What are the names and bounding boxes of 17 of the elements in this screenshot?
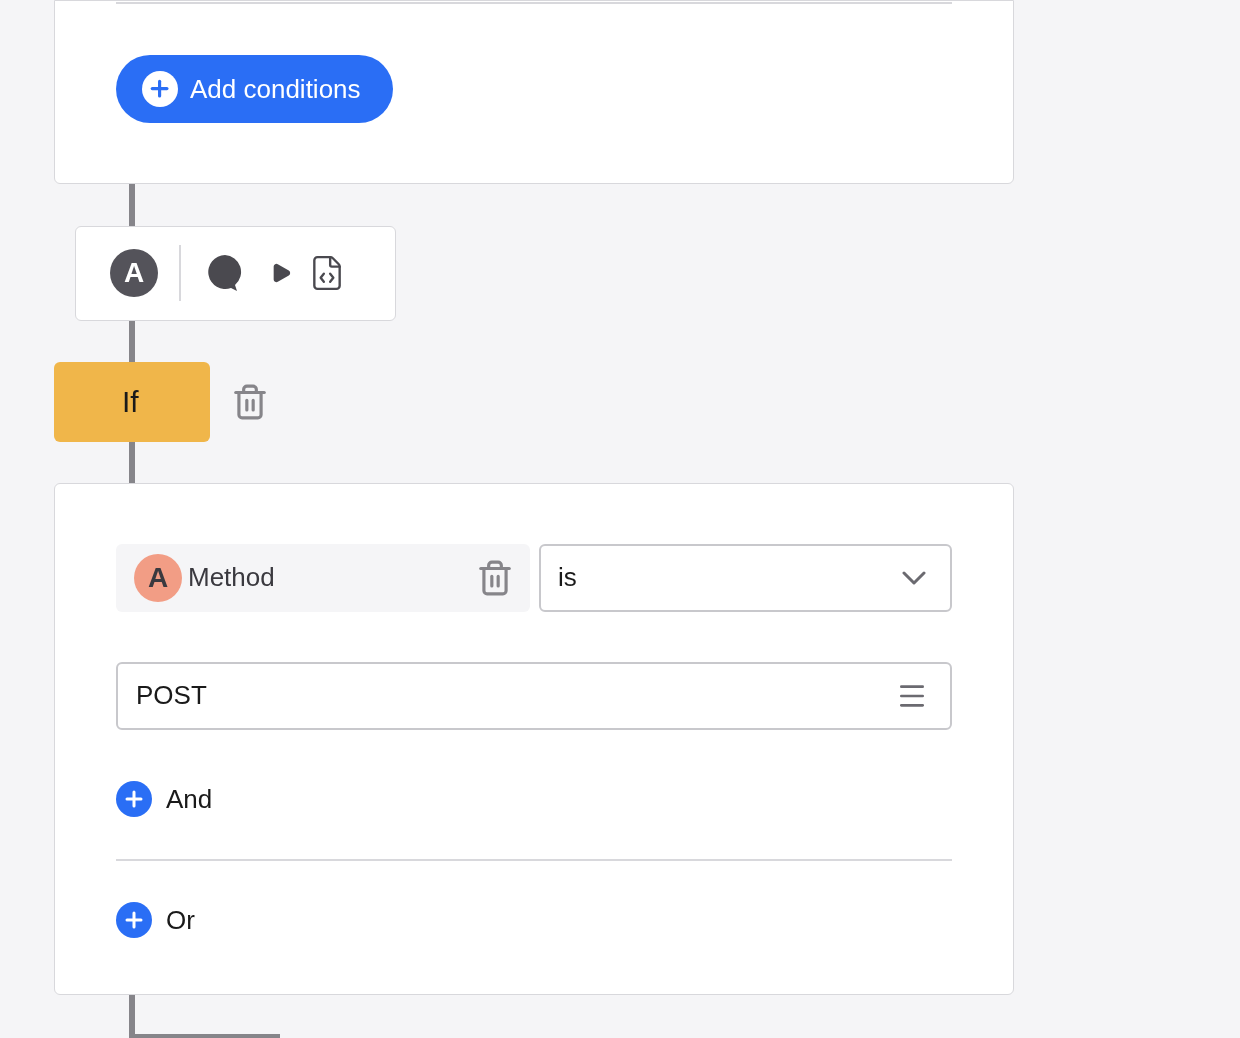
- avatar[interactable]: A: [110, 249, 158, 298]
- operator-select[interactable]: is: [539, 543, 952, 612]
- or-button[interactable]: Or: [116, 900, 195, 940]
- and-button[interactable]: And: [116, 779, 213, 819]
- avatar: A: [134, 553, 182, 602]
- plus-icon: [116, 781, 152, 818]
- field-label: Method: [188, 561, 275, 595]
- plus-icon: [142, 71, 178, 107]
- delete-icon[interactable]: [231, 382, 269, 421]
- chat-bubble-icon[interactable]: [206, 253, 244, 294]
- field-chip[interactable]: A Method: [116, 543, 530, 612]
- add-conditions-button[interactable]: Add conditions: [116, 55, 393, 123]
- if-block[interactable]: If: [54, 361, 210, 442]
- chevron-down-icon: [902, 570, 926, 585]
- plus-icon: [116, 902, 152, 939]
- delete-icon[interactable]: [476, 558, 514, 597]
- value-input[interactable]: POST: [116, 661, 952, 730]
